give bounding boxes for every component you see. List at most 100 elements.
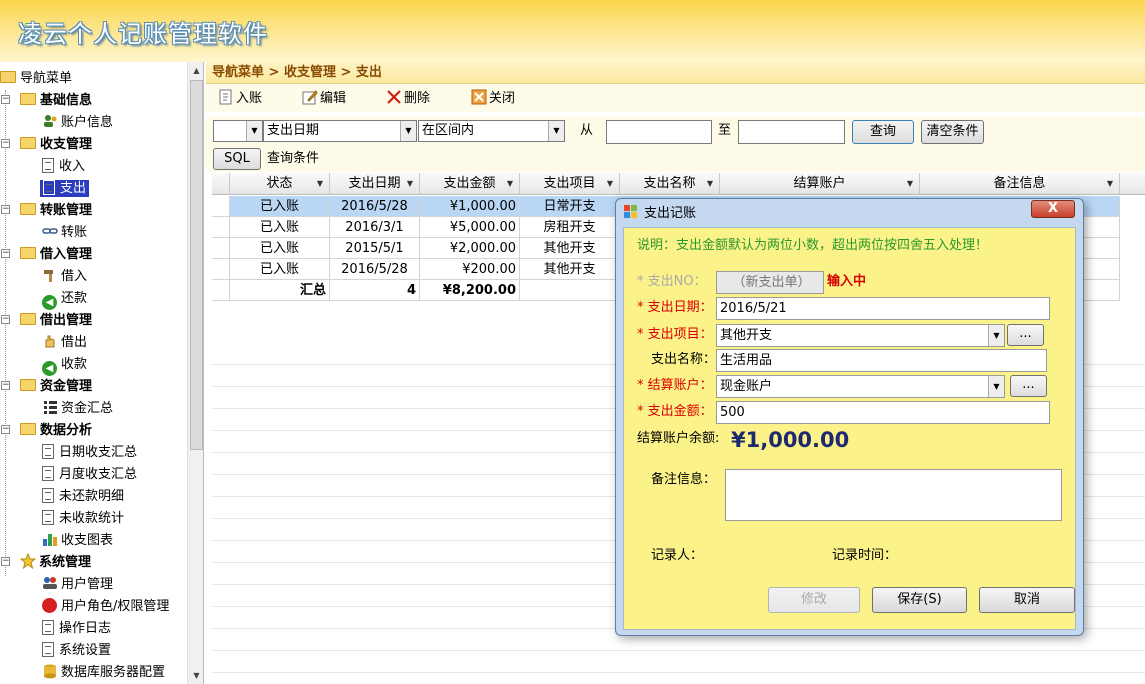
document-icon: [42, 510, 54, 525]
logic-select[interactable]: ▼: [213, 120, 263, 142]
query-button[interactable]: 查询: [852, 120, 914, 144]
sidebar-scrollbar[interactable]: ▲ ▼: [187, 62, 203, 684]
col-header-memo[interactable]: 备注信息 ▼: [920, 173, 1120, 195]
expense-item-more-button[interactable]: ...: [1007, 324, 1044, 346]
app-header: 凌云个人记账管理软件: [0, 0, 1145, 62]
nav-item-label: 支出: [60, 181, 87, 196]
nav-item-operation-log[interactable]: 操作日志: [42, 618, 111, 640]
collapse-toggle[interactable]: −: [1, 205, 10, 214]
col-header-item[interactable]: 支出项目 ▼: [520, 173, 620, 195]
nav-item-fund-summary[interactable]: 资金汇总: [42, 398, 113, 420]
account-more-button[interactable]: ...: [1010, 375, 1047, 397]
memo-field[interactable]: [725, 469, 1062, 521]
modify-button[interactable]: 修改: [768, 587, 860, 613]
col-header-amount[interactable]: 支出金额 ▼: [420, 173, 520, 195]
nav-item-db-config[interactable]: 数据库服务器配置: [42, 662, 165, 684]
nav-item-transfer[interactable]: 转账: [42, 222, 87, 244]
expense-item-select[interactable]: 其他开支 ▼: [716, 324, 1005, 347]
col-header-account[interactable]: 结算账户 ▼: [720, 173, 920, 195]
nav-item-charts[interactable]: 收支图表: [42, 530, 113, 552]
status-text: 输入中: [827, 274, 867, 289]
scroll-down-arrow-icon[interactable]: ▼: [188, 667, 203, 684]
nav-item-uncollected-stats[interactable]: 未收款统计: [42, 508, 124, 530]
list-icon: [42, 399, 58, 415]
col-header-name[interactable]: 支出名称 ▼: [620, 173, 720, 195]
collapse-toggle[interactable]: −: [1, 557, 10, 566]
nav-group-income-expense[interactable]: 收支管理: [20, 134, 92, 156]
nav-item-label: 转账: [61, 225, 88, 240]
nav-item-lend[interactable]: 借出: [42, 332, 87, 354]
hammer-icon: [42, 267, 58, 283]
nav-group-funds[interactable]: 资金管理: [20, 376, 92, 398]
sort-arrow-icon: ▼: [406, 179, 413, 188]
to-input[interactable]: [738, 120, 845, 144]
document-icon: [42, 466, 54, 481]
account-select[interactable]: 现金账户 ▼: [716, 375, 1005, 398]
nav-item-daily-summary[interactable]: 日期收支汇总: [42, 442, 137, 464]
cell-amount: ¥200.00: [420, 259, 520, 280]
clear-conditions-button[interactable]: 清空条件: [921, 120, 984, 144]
collapse-toggle[interactable]: −: [1, 381, 10, 390]
collapse-toggle[interactable]: −: [1, 95, 10, 104]
nav-root[interactable]: 导航菜单: [0, 68, 72, 90]
from-label: 从: [580, 123, 594, 138]
dialog-title-bar[interactable]: 支出记账: [624, 203, 696, 225]
collapse-toggle[interactable]: −: [1, 139, 10, 148]
nav-group-transfer[interactable]: 转账管理: [20, 200, 92, 222]
add-entry-button[interactable]: 入账: [218, 89, 262, 109]
save-button[interactable]: 保存(S): [872, 587, 967, 613]
grid-header: 状态 ▼ 支出日期 ▼ 支出金额 ▼ 支出项目 ▼ 支出名称 ▼ 结算账户 ▼ 备注信息 ▼: [212, 173, 1145, 195]
nav-item-income[interactable]: 收入: [42, 156, 85, 178]
nav-group-borrow-in[interactable]: 借入管理: [20, 244, 92, 266]
nav-item-user-management[interactable]: 用户管理: [42, 574, 113, 596]
nav-item-role-permission[interactable]: 用户角色/权限管理: [42, 596, 169, 618]
col-header-status[interactable]: 状态 ▼: [230, 173, 330, 195]
nav-item-collect[interactable]: ◀ 收款: [42, 354, 87, 376]
nav-group-basic[interactable]: 基础信息: [20, 90, 92, 112]
scrollbar-thumb[interactable]: [190, 80, 203, 450]
nav-item-repay[interactable]: ◀ 还款: [42, 288, 87, 310]
expense-date-field[interactable]: 2016/5/21: [716, 297, 1050, 320]
expense-amount-field[interactable]: 500: [716, 401, 1050, 424]
bar-chart-icon: [42, 531, 58, 547]
col-header-date[interactable]: 支出日期 ▼: [330, 173, 420, 195]
document-icon: [42, 444, 54, 459]
nav-group-lend-out[interactable]: 借出管理: [20, 310, 92, 332]
expense-date-label: * 支出日期：: [637, 300, 713, 315]
nav-group-label: 基础信息: [40, 93, 93, 108]
condition-select[interactable]: 在区间内 ▼: [418, 120, 565, 142]
field-select[interactable]: 支出日期 ▼: [263, 120, 417, 142]
nav-group-system[interactable]: 系统管理: [19, 552, 91, 574]
scroll-up-arrow-icon[interactable]: ▲: [188, 62, 203, 79]
dialog-title: 支出记账: [644, 206, 697, 221]
add-entry-label: 入账: [236, 91, 263, 106]
cell-item: 日常开支: [520, 196, 620, 217]
sql-button[interactable]: SQL: [213, 148, 261, 170]
document-icon: [42, 620, 54, 635]
nav-item-monthly-summary[interactable]: 月度收支汇总: [42, 464, 137, 486]
cancel-button[interactable]: 取消: [979, 587, 1075, 613]
close-button[interactable]: 关闭: [471, 89, 515, 109]
expense-entry-dialog: 支出记账 X 说明：支出金额默认为两位小数，超出两位按四舍五入处理！ * 支出N…: [615, 198, 1084, 636]
edit-button[interactable]: 编辑: [302, 89, 346, 109]
nav-item-label: 借入: [61, 269, 88, 284]
from-input[interactable]: [606, 120, 712, 144]
dialog-close-button[interactable]: X: [1031, 200, 1075, 218]
folder-open-icon: [0, 71, 16, 83]
nav-group-analysis[interactable]: 数据分析: [20, 420, 92, 442]
collapse-toggle[interactable]: −: [1, 249, 10, 258]
nav-item-expense[interactable]: 支出: [40, 178, 90, 200]
folder-open-icon: [20, 423, 36, 435]
star-icon: [19, 552, 37, 570]
delete-button[interactable]: 删除: [386, 89, 430, 109]
nav-item-system-settings[interactable]: 系统设置: [42, 640, 111, 662]
nav-item-borrow[interactable]: 借入: [42, 266, 87, 288]
nav-item-unpaid-detail[interactable]: 未还款明细: [42, 486, 124, 508]
toolbar: 入账 编辑 删除 关闭: [206, 84, 1145, 112]
chain-link-icon: [42, 223, 58, 239]
collapse-toggle[interactable]: −: [1, 315, 10, 324]
expense-name-field[interactable]: 生活用品: [716, 349, 1047, 372]
nav-item-account-info[interactable]: 账户信息: [42, 112, 113, 134]
hand-icon: [42, 333, 58, 349]
collapse-toggle[interactable]: −: [1, 425, 10, 434]
